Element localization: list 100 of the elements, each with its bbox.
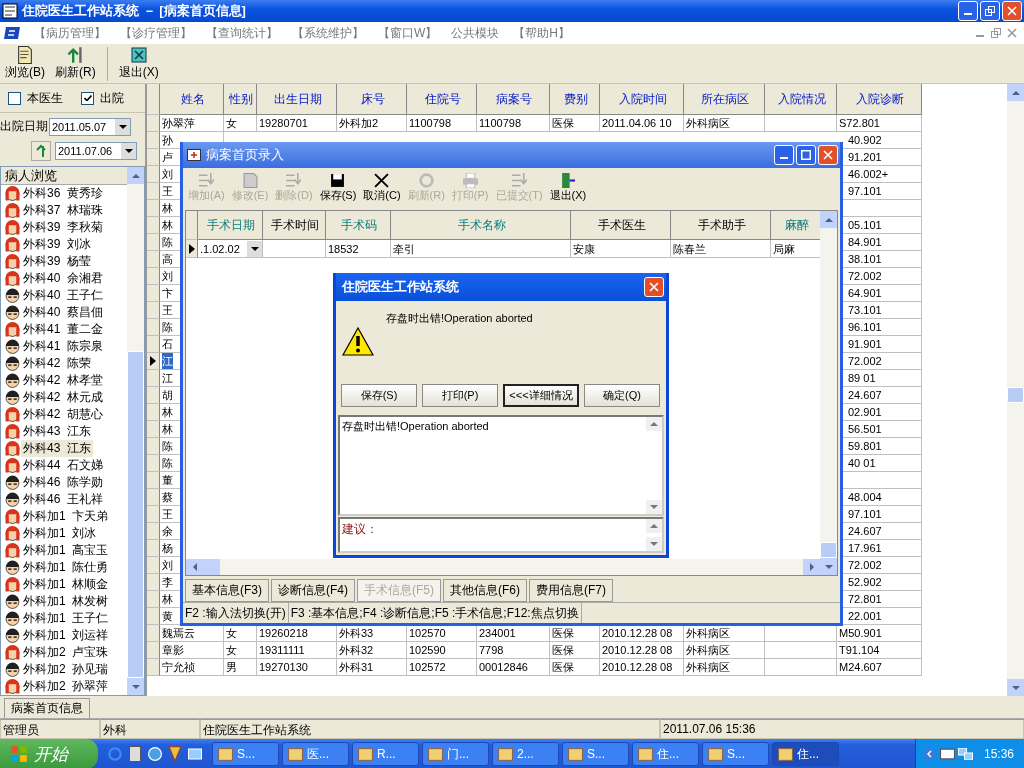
patient-list-item[interactable]: 外科41 董二金 <box>21 321 105 338</box>
patient-list-item[interactable]: 外科加1 林顺金 <box>21 576 111 593</box>
date-field[interactable]: .1.02.02 <box>200 240 262 257</box>
chevron-icon[interactable] <box>921 748 937 760</box>
dialog-button[interactable]: <<<详细情况 <box>503 384 579 407</box>
row-selector[interactable] <box>147 353 160 370</box>
patient-list-item[interactable]: 外科39 李秋菊 <box>21 219 105 236</box>
close-button[interactable] <box>1006 27 1018 39</box>
taskbar-button[interactable]: 2... <box>492 742 559 766</box>
table-cell-text: 王 <box>162 303 173 318</box>
patient-list-item[interactable]: 外科36 黄秀珍 <box>21 185 105 202</box>
brush-icon[interactable] <box>168 746 182 762</box>
menu-item[interactable]: 公共模块 <box>451 24 500 42</box>
tab[interactable]: 其他信息(F6) <box>443 579 527 602</box>
toolbar-button[interactable]: 取消(C) <box>360 173 404 203</box>
patient-icon <box>5 458 20 473</box>
date-field[interactable]: 2011.07.06 <box>55 141 137 160</box>
table-cell-text: 59.801 <box>848 439 882 454</box>
gear-icon[interactable] <box>148 746 162 762</box>
vertical-scrollbar[interactable] <box>1007 84 1024 696</box>
column-header[interactable]: 床号 <box>360 91 385 107</box>
menu-item[interactable]: 【窗口W】 <box>378 24 438 42</box>
patient-list-item[interactable]: 外科40 余湘君 <box>21 270 105 287</box>
patient-list-item[interactable]: 外科42 胡慧心 <box>21 406 105 423</box>
toolbar-button[interactable]: 退出(X) <box>115 46 162 81</box>
dialog-button[interactable]: 打印(P) <box>422 384 498 407</box>
maximize-button[interactable] <box>796 145 816 165</box>
patient-list-item[interactable]: 外科37 林瑞珠 <box>21 202 105 219</box>
toolbar-button[interactable]: 退出(X) <box>546 173 590 203</box>
taskbar-button[interactable]: S... <box>212 742 279 766</box>
checkbox[interactable]: 出院 <box>81 89 124 107</box>
patient-list-item[interactable]: 外科44 石文娣 <box>21 457 105 474</box>
table-cell-text: 91.901 <box>848 337 882 352</box>
patient-list-item[interactable]: 外科43 江东 <box>21 440 93 457</box>
row-selector[interactable] <box>186 240 198 258</box>
desktop-icon[interactable] <box>188 746 202 762</box>
taskbar-button[interactable]: R... <box>352 742 419 766</box>
patient-list-item[interactable]: 外科42 陈荣 <box>21 355 93 372</box>
tab[interactable]: 诊断信息(F4) <box>271 579 355 602</box>
menu-item[interactable]: 【帮助H】 <box>513 24 570 42</box>
column-header[interactable]: 手术名称 <box>457 217 506 233</box>
patient-list-item[interactable]: 外科39 刘冰 <box>21 236 93 253</box>
patient-list-item[interactable]: 外科加1 刘冰 <box>21 525 99 542</box>
taskbar-button[interactable]: S... <box>562 742 629 766</box>
date-field[interactable]: 2011.05.07 <box>49 117 131 136</box>
patient-list-item[interactable]: 外科40 蔡昌佃 <box>21 304 105 321</box>
taskbar-button[interactable]: 住... <box>632 742 699 766</box>
vertical-scrollbar[interactable] <box>820 211 837 575</box>
calculator-icon[interactable] <box>128 746 142 762</box>
taskbar-button[interactable]: 门... <box>422 742 489 766</box>
toolbar-button[interactable]: 刷新(R) <box>52 46 99 81</box>
patient-list-item[interactable]: 外科加2 卢宝珠 <box>21 644 111 661</box>
patient-list-item[interactable]: 外科41 陈宗泉 <box>21 338 105 355</box>
tab[interactable]: 基本信息(F3) <box>185 579 269 602</box>
patient-list-item[interactable]: 外科43 江东 <box>21 423 93 440</box>
network-icon[interactable] <box>957 748 973 760</box>
patient-list-item[interactable]: 外科42 林孝堂 <box>21 372 105 389</box>
patient-list-item[interactable]: 外科40 王子仁 <box>21 287 105 304</box>
minimize-button[interactable] <box>774 145 794 165</box>
patient-list-item[interactable]: 外科加1 陈仕勇 <box>21 559 111 576</box>
window-tab[interactable]: 病案首页信息 <box>4 698 90 718</box>
patient-list-item[interactable]: 外科46 王礼祥 <box>21 491 105 508</box>
envelope-icon[interactable] <box>939 748 955 760</box>
patient-list-item[interactable]: 外科加1 刘运祥 <box>21 627 111 644</box>
tab[interactable]: 费用信息(F7) <box>529 579 613 602</box>
details-text-area[interactable]: 存盘时出错!Operation aborted <box>338 414 664 517</box>
patient-list-item[interactable]: 外科加2 孙见瑞 <box>21 661 111 678</box>
toolbar-button[interactable]: 浏览(B) <box>2 46 48 81</box>
scroll-thumb[interactable] <box>1007 387 1024 403</box>
menu-item[interactable]: 【病历管理】 <box>34 24 106 42</box>
patient-list-item[interactable]: 外科加1 林发树 <box>21 593 111 610</box>
minimize-button[interactable] <box>958 1 978 21</box>
scroll-thumb[interactable] <box>820 542 837 558</box>
vertical-scrollbar[interactable] <box>127 167 144 695</box>
suggestion-text-area[interactable]: 建议： <box>338 517 664 553</box>
dialog-button[interactable]: 保存(S) <box>341 384 417 407</box>
browser-icon[interactable] <box>108 746 122 762</box>
restore-button[interactable] <box>990 27 1002 39</box>
table-cell-text: 05.101 <box>848 218 882 233</box>
scroll-thumb[interactable] <box>203 559 220 575</box>
row-pointer-icon <box>150 356 156 366</box>
menu-item[interactable]: 【查询统计】 <box>206 24 278 42</box>
taskbar-button[interactable]: 医... <box>282 742 349 766</box>
menu-item[interactable]: 【系统维护】 <box>292 24 364 42</box>
patient-list-item[interactable]: 外科42 林元成 <box>21 389 105 406</box>
menu-item[interactable]: 【诊疗管理】 <box>120 24 192 42</box>
patient-list-item[interactable]: 外科46 陈学勋 <box>21 474 105 491</box>
taskbar-button[interactable]: S... <box>702 742 769 766</box>
restore-button[interactable] <box>980 1 1000 21</box>
scroll-thumb[interactable] <box>127 350 144 678</box>
checkbox[interactable]: 本医生 <box>8 89 63 107</box>
taskbar-button[interactable]: 住... <box>772 742 839 766</box>
patient-list-item[interactable]: 外科加1 王子仁 <box>21 610 111 627</box>
horizontal-scrollbar[interactable] <box>186 559 820 575</box>
patient-list-item[interactable]: 外科加1 卞天弟 <box>21 508 111 525</box>
patient-list-item[interactable]: 外科加2 孙翠萍 <box>21 678 111 695</box>
toolbar-button[interactable]: 保存(S) <box>316 173 360 203</box>
patient-list-item[interactable]: 外科39 杨莹 <box>21 253 93 270</box>
dialog-button[interactable]: 确定(Q) <box>584 384 660 407</box>
patient-list-item[interactable]: 外科加1 高宝玉 <box>21 542 111 559</box>
